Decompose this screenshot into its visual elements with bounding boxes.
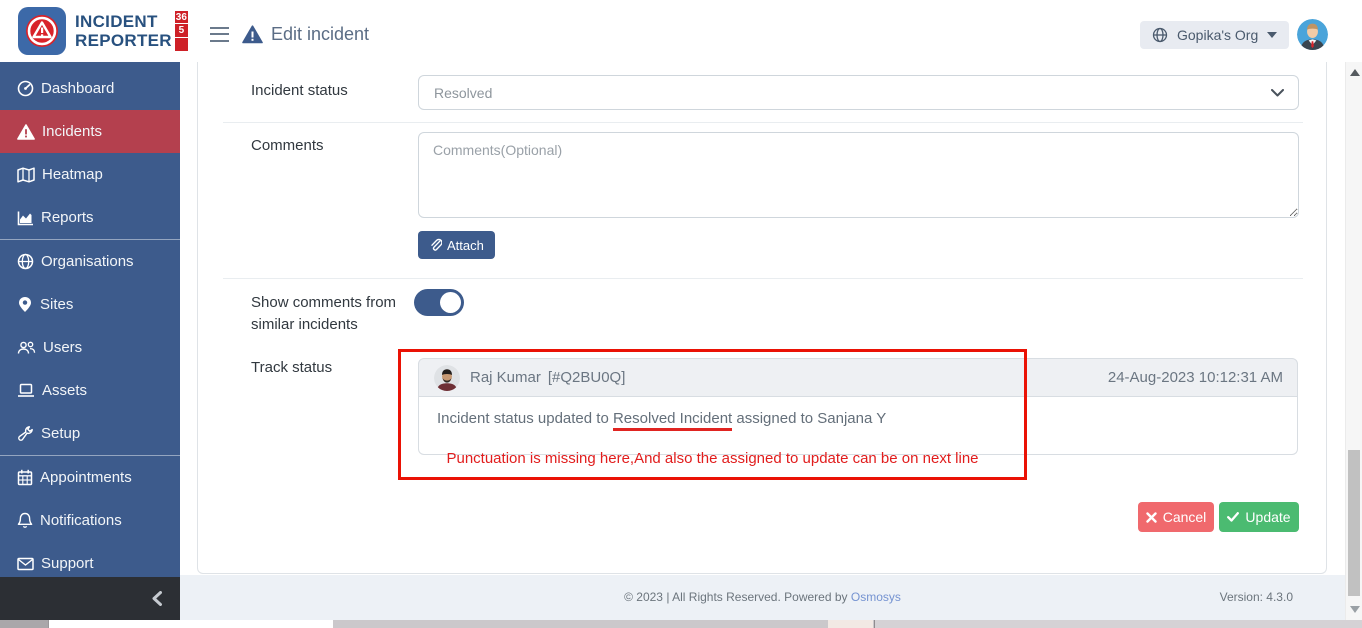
sidebar-item-label: Dashboard — [41, 80, 114, 97]
sidebar-item-label: Notifications — [40, 512, 122, 529]
app-logo[interactable]: INCIDENT REPORTER 365 — [18, 7, 188, 55]
section-divider — [223, 122, 1303, 123]
app-name: INCIDENT REPORTER — [75, 12, 172, 50]
sidebar-item-label: Heatmap — [42, 166, 103, 183]
copyright-label: © 2023 | All Rights Reserved. Powered by — [624, 590, 851, 604]
incident-status-select[interactable]: Resolved — [418, 75, 1299, 110]
sidebar-item-label: Organisations — [41, 253, 134, 270]
user-avatar[interactable] — [1297, 19, 1328, 50]
sidebar-item-label: Users — [43, 339, 82, 356]
vertical-scrollbar[interactable] — [1345, 62, 1362, 620]
app-badge-365: 365 — [175, 11, 188, 51]
edit-incident-form-card: Incident status Resolved Comments Attach… — [197, 62, 1327, 574]
sidebar: Dashboard Incidents Heatmap Reports — [0, 62, 180, 620]
sidebar-item-sites[interactable]: Sites — [0, 283, 180, 326]
copyright-text: © 2023 | All Rights Reserved. Powered by… — [180, 575, 1345, 620]
track-status-comment: Raj Kumar [#Q2BU0Q] 24-Aug-2023 10:12:31… — [418, 358, 1298, 455]
comment-text-underlined: Resolved Incident — [613, 410, 732, 431]
cancel-button[interactable]: Cancel — [1138, 502, 1214, 532]
toggle-knob — [440, 292, 461, 313]
assets-laptop-icon — [17, 383, 35, 398]
users-icon — [17, 340, 36, 355]
sidebar-item-heatmap[interactable]: Heatmap — [0, 153, 180, 196]
sidebar-item-setup[interactable]: Setup — [0, 412, 180, 455]
scroll-down-arrow[interactable] — [1350, 606, 1360, 613]
check-icon — [1227, 512, 1239, 522]
sidebar-item-users[interactable]: Users — [0, 326, 180, 369]
globe-icon — [1152, 27, 1168, 43]
sidebar-item-dashboard[interactable]: Dashboard — [0, 67, 180, 110]
notifications-bell-icon — [17, 512, 33, 529]
organisations-globe-icon — [17, 253, 34, 270]
attach-button-label: Attach — [447, 238, 484, 253]
show-comments-toggle[interactable] — [414, 289, 464, 316]
comment-text-after: assigned to Sanjana Y — [732, 410, 886, 427]
desktop-edge-strip — [0, 620, 1362, 628]
update-button-label: Update — [1245, 509, 1290, 525]
comments-input[interactable] — [418, 132, 1299, 218]
org-switcher[interactable]: Gopika's Org — [1140, 21, 1289, 49]
comment-header: Raj Kumar [#Q2BU0Q] 24-Aug-2023 10:12:31… — [418, 358, 1298, 397]
page-title: Edit incident — [271, 24, 369, 45]
sidebar-item-organisations[interactable]: Organisations — [0, 240, 180, 283]
x-icon — [1146, 512, 1157, 523]
sidebar-collapse-button[interactable] — [0, 577, 180, 620]
desktop-edge-segment — [0, 620, 48, 628]
version-label: Version: 4.3.0 — [1220, 575, 1293, 620]
desktop-edge-segment — [48, 620, 333, 628]
osmosys-link[interactable]: Osmosys — [851, 590, 901, 604]
sidebar-item-notifications[interactable]: Notifications — [0, 499, 180, 542]
heatmap-map-icon — [17, 167, 35, 183]
paperclip-icon — [429, 238, 442, 252]
setup-wrench-icon — [17, 425, 34, 442]
sidebar-item-reports[interactable]: Reports — [0, 196, 180, 239]
track-status-label: Track status — [251, 359, 332, 376]
commenter-avatar — [434, 365, 460, 391]
incident-status-label: Incident status — [251, 82, 348, 99]
incident-warning-icon — [242, 25, 263, 44]
reports-chart-icon — [17, 210, 34, 226]
show-comments-label: Show comments from similar incidents — [251, 292, 413, 336]
comment-body: Incident status updated to Resolved Inci… — [418, 397, 1298, 455]
support-mail-icon — [17, 557, 34, 571]
sidebar-item-label: Appointments — [40, 469, 132, 486]
incident-reference: [#Q2BU0Q] — [548, 369, 626, 386]
attach-button[interactable]: Attach — [418, 231, 495, 259]
commenter-name: Raj Kumar — [470, 369, 541, 386]
chevron-down-icon — [1271, 89, 1284, 97]
chevron-left-icon — [152, 591, 162, 606]
desktop-edge-segment — [874, 620, 1362, 628]
appointments-calendar-icon — [17, 469, 33, 486]
section-divider — [223, 278, 1303, 279]
cancel-button-label: Cancel — [1163, 509, 1207, 525]
dashboard-gauge-icon — [17, 80, 34, 97]
org-name: Gopika's Org — [1177, 27, 1258, 43]
sidebar-item-label: Incidents — [42, 123, 102, 140]
sidebar-item-appointments[interactable]: Appointments — [0, 456, 180, 499]
sidebar-item-incidents[interactable]: Incidents — [0, 110, 180, 153]
update-button[interactable]: Update — [1219, 502, 1299, 532]
sidebar-item-label: Sites — [40, 296, 73, 313]
chevron-down-icon — [1267, 32, 1277, 38]
sidebar-item-label: Setup — [41, 425, 80, 442]
comment-text-before: Incident status updated to — [437, 410, 613, 427]
sidebar-item-label: Support — [41, 555, 94, 572]
scroll-up-arrow[interactable] — [1350, 69, 1360, 76]
sidebar-item-label: Assets — [42, 382, 87, 399]
page-footer: © 2023 | All Rights Reserved. Powered by… — [180, 575, 1345, 620]
comments-label: Comments — [251, 137, 324, 154]
app-header: INCIDENT REPORTER 365 Edit incident Gopi… — [0, 0, 1362, 62]
comment-timestamp: 24-Aug-2023 10:12:31 AM — [1108, 369, 1283, 386]
sites-pin-icon — [17, 296, 33, 313]
scrollbar-thumb[interactable] — [1348, 450, 1360, 596]
menu-toggle-icon[interactable] — [210, 27, 229, 42]
incident-status-value: Resolved — [434, 85, 492, 101]
incidents-warning-icon — [17, 124, 35, 140]
sidebar-item-label: Reports — [41, 209, 94, 226]
desktop-edge-segment — [828, 620, 873, 628]
sidebar-item-assets[interactable]: Assets — [0, 369, 180, 412]
app-logo-icon — [18, 7, 66, 55]
